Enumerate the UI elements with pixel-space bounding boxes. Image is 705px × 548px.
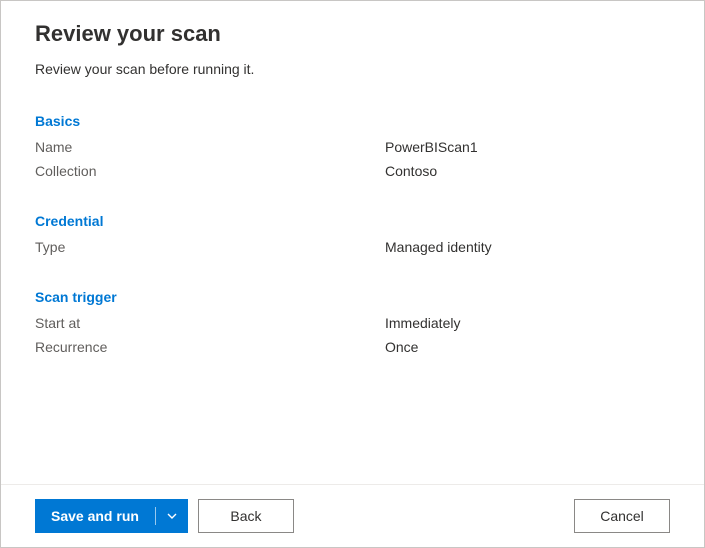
save-and-run-button[interactable]: Save and run	[35, 499, 155, 533]
section-trigger-header: Scan trigger	[35, 289, 670, 305]
panel-footer: Save and run Back Cancel	[1, 484, 704, 547]
chevron-down-icon	[166, 510, 178, 522]
review-scan-panel: Review your scan Review your scan before…	[0, 0, 705, 548]
name-label: Name	[35, 139, 385, 155]
collection-value: Contoso	[385, 163, 437, 179]
row-recurrence: Recurrence Once	[35, 339, 670, 355]
section-basics: Basics Name PowerBIScan1 Collection Cont…	[35, 113, 670, 179]
row-collection: Collection Contoso	[35, 163, 670, 179]
page-title: Review your scan	[35, 21, 670, 47]
row-name: Name PowerBIScan1	[35, 139, 670, 155]
back-button[interactable]: Back	[198, 499, 294, 533]
collection-label: Collection	[35, 163, 385, 179]
name-value: PowerBIScan1	[385, 139, 478, 155]
type-value: Managed identity	[385, 239, 492, 255]
cancel-button[interactable]: Cancel	[574, 499, 670, 533]
section-credential-header: Credential	[35, 213, 670, 229]
start-value: Immediately	[385, 315, 460, 331]
row-type: Type Managed identity	[35, 239, 670, 255]
start-label: Start at	[35, 315, 385, 331]
panel-content: Review your scan Review your scan before…	[1, 1, 704, 484]
type-label: Type	[35, 239, 385, 255]
section-basics-header: Basics	[35, 113, 670, 129]
save-and-run-dropdown-button[interactable]	[156, 499, 188, 533]
section-credential: Credential Type Managed identity	[35, 213, 670, 255]
section-trigger: Scan trigger Start at Immediately Recurr…	[35, 289, 670, 355]
page-subtitle: Review your scan before running it.	[35, 61, 670, 77]
recurrence-label: Recurrence	[35, 339, 385, 355]
row-start: Start at Immediately	[35, 315, 670, 331]
save-and-run-split-button: Save and run	[35, 499, 188, 533]
recurrence-value: Once	[385, 339, 418, 355]
